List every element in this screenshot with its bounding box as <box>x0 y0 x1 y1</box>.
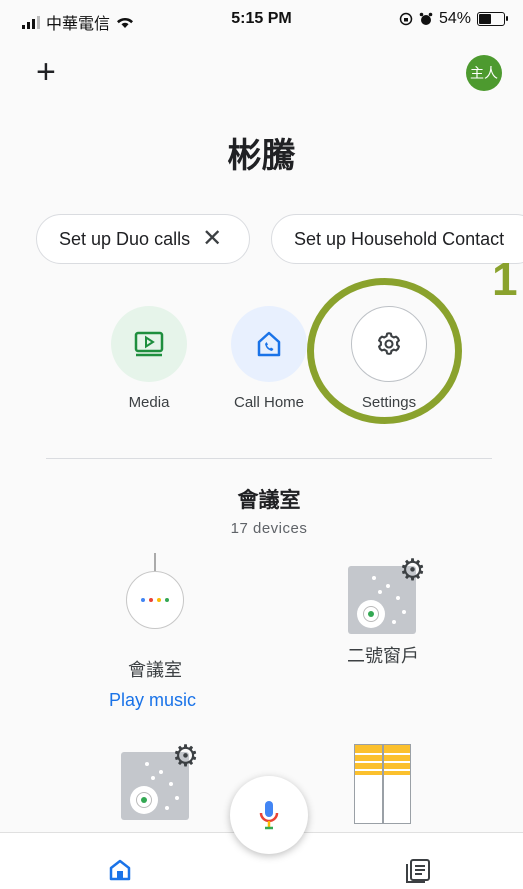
device-tile[interactable]: ⚙ 二號窗戶 <box>318 553 448 668</box>
divider <box>46 458 492 459</box>
room-device-count: 17 devices <box>230 520 308 537</box>
battery-icon <box>477 12 508 26</box>
device-tile[interactable]: 會議室 <box>90 553 220 682</box>
media-action-circle[interactable] <box>111 306 187 382</box>
avatar-text: 主人 <box>470 65 498 81</box>
smart-plug-icon: ⚙ <box>121 742 199 820</box>
annotation-ring <box>307 278 462 424</box>
blinds-icon[interactable] <box>354 744 411 824</box>
avatar[interactable]: 主人 <box>466 55 502 91</box>
plus-icon: + <box>36 53 56 91</box>
device-label: 會議室 <box>128 660 182 680</box>
household-contact-chip[interactable]: Set up Household Contact <box>271 214 523 264</box>
mic-button[interactable] <box>230 776 308 854</box>
media-icon <box>134 331 164 357</box>
close-icon[interactable]: ✕ <box>202 227 222 251</box>
nav-feed[interactable] <box>405 858 431 889</box>
gear-icon: ⚙ <box>172 740 199 773</box>
media-label: Media <box>128 394 170 411</box>
annotation-number: 1 <box>492 253 518 305</box>
rotation-lock-icon <box>399 12 413 26</box>
call-home-icon <box>257 331 281 357</box>
household-contact-chip-label: Set up Household Contact <box>294 228 505 249</box>
play-music-link[interactable]: Play music <box>109 690 196 711</box>
home-name: 彬騰 <box>227 137 296 175</box>
add-button[interactable]: + <box>36 52 56 92</box>
device-label: 二號窗戶 <box>347 646 419 666</box>
duo-calls-chip-label: Set up Duo calls <box>59 228 191 249</box>
room-title: 會議室 <box>237 489 301 512</box>
call-home-label: Call Home <box>233 394 305 411</box>
feed-icon <box>406 859 430 883</box>
home-icon <box>109 859 131 881</box>
smart-speaker-icon <box>125 553 185 648</box>
status-right: 54% <box>399 10 508 28</box>
duo-calls-chip[interactable]: Set up Duo calls ✕ <box>36 214 250 264</box>
mic-icon <box>259 801 279 830</box>
smart-plug-icon: ⚙ <box>348 556 426 634</box>
call-home-action[interactable]: Call Home <box>224 306 314 411</box>
device-tile[interactable]: ⚙ <box>121 742 199 828</box>
gear-icon: ⚙ <box>399 554 426 587</box>
nav-home[interactable] <box>108 858 132 887</box>
alarm-icon <box>419 12 433 25</box>
media-action[interactable]: Media <box>104 306 194 411</box>
status-bar: 中華電信 5:15 PM 54% <box>0 0 523 42</box>
battery-percent: 54% <box>438 10 471 27</box>
call-home-action-circle[interactable] <box>231 306 307 382</box>
